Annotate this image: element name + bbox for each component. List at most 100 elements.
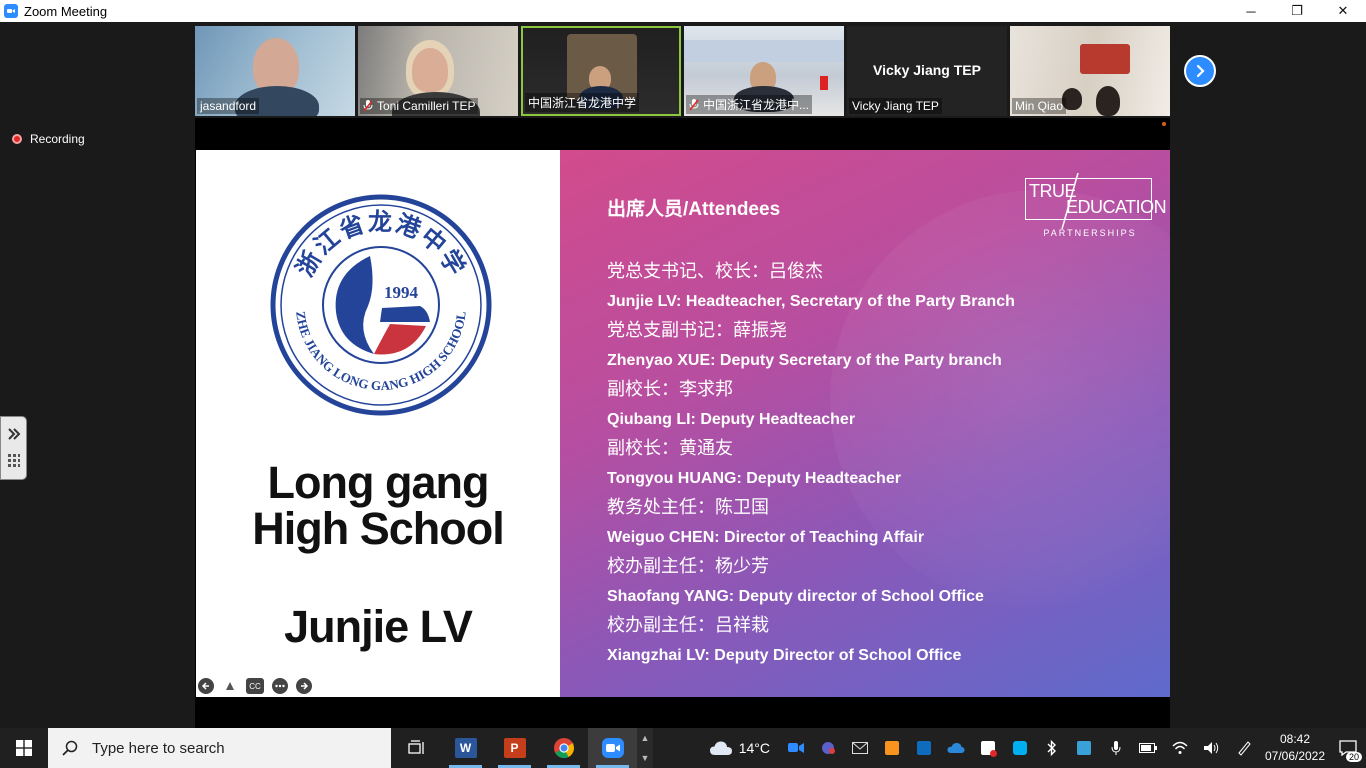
- clock-time: 08:42: [1279, 732, 1311, 746]
- brand-sub: PARTNERSHIPS: [1043, 228, 1137, 238]
- attendee-line: 教务处主任：陈卫国: [607, 497, 769, 517]
- task-view-button[interactable]: [392, 728, 441, 768]
- word-icon: W: [454, 738, 477, 758]
- participant-name: 中国浙江省龙港中...: [686, 95, 813, 114]
- attendee-line: 党总支副书记：薛振尧: [607, 320, 787, 340]
- school-logo: 1994 浙江省龙港中学 ZHE JIANG LONG GANG HIGH SC…: [270, 194, 492, 416]
- title-bar: Zoom Meeting ─ ❐ ✕: [0, 0, 1366, 22]
- cloud-icon: [709, 741, 732, 755]
- next-slide-icon[interactable]: [296, 678, 312, 694]
- mail-icon[interactable]: [844, 728, 876, 768]
- taskbar-clock[interactable]: 08:42 07/06/2022: [1260, 731, 1330, 765]
- microphone-icon[interactable]: [1100, 728, 1132, 768]
- onedrive-icon[interactable]: [940, 728, 972, 768]
- zoom-taskbar-app[interactable]: [588, 728, 637, 768]
- attendee-line: Zhenyao XUE: Deputy Secretary of the Par…: [607, 351, 1002, 369]
- participant-tile[interactable]: Toni Camilleri TEP: [358, 26, 518, 116]
- participant-name: 中国浙江省龙港中学: [525, 93, 640, 112]
- chevron-right-icon: [1196, 64, 1205, 78]
- person-name: Junjie LV: [284, 601, 473, 652]
- double-chevron-icon: [7, 427, 20, 440]
- attendee-line: Qiubang LI: Deputy Headteacher: [607, 410, 856, 428]
- search-icon: [62, 740, 78, 756]
- slide-right-panel: 出席人员/Attendees 党总支书记、校长：吕俊杰 Junjie LV: H…: [560, 150, 1170, 697]
- taskbar-search[interactable]: Type here to search: [48, 728, 391, 768]
- participant-name: Min Qiao: [1012, 98, 1067, 114]
- chevron-up-icon[interactable]: ▲: [641, 733, 650, 743]
- next-participants-button[interactable]: [1184, 55, 1216, 87]
- participant-tile[interactable]: 中国浙江省龙港中...: [684, 26, 844, 116]
- brand-logo: TRUE EDUCATION PARTNERSHIPS: [1025, 173, 1167, 238]
- share-indicator-dot: [1162, 122, 1166, 126]
- people-icon[interactable]: [1068, 728, 1100, 768]
- attendee-line: 党总支书记、校长：吕俊杰: [607, 261, 823, 281]
- security-icon[interactable]: [972, 728, 1004, 768]
- chrome-taskbar-app[interactable]: [539, 728, 588, 768]
- task-view-icon: [407, 740, 424, 754]
- outlook-icon[interactable]: [908, 728, 940, 768]
- attendee-line: Junjie LV: Headteacher, Secretary of the…: [607, 292, 1015, 310]
- participant-tile[interactable]: Min Qiao: [1010, 26, 1170, 116]
- teams-icon[interactable]: [812, 728, 844, 768]
- powerpoint-taskbar-app[interactable]: P: [490, 728, 539, 768]
- orange-app-icon[interactable]: [876, 728, 908, 768]
- notification-center-button[interactable]: 20: [1330, 728, 1366, 768]
- bluetooth-icon[interactable]: [1036, 728, 1068, 768]
- attendees-list: 党总支书记、校长：吕俊杰 Junjie LV: Headteacher, Sec…: [607, 257, 1015, 670]
- pen-workspace-icon[interactable]: [1228, 728, 1260, 768]
- attendee-line: 副校长：李求邦: [607, 379, 733, 399]
- participant-name: Vicky Jiang TEP: [849, 98, 942, 114]
- close-button[interactable]: ✕: [1320, 0, 1366, 22]
- slide-controls: CC: [198, 678, 312, 694]
- start-button[interactable]: [0, 728, 48, 768]
- volume-icon[interactable]: [1196, 728, 1228, 768]
- minimize-button[interactable]: ─: [1228, 0, 1274, 22]
- school-name: Long gang High School: [252, 457, 505, 554]
- windows-logo-icon: [16, 740, 32, 756]
- attendee-line: 校办副主任：杨少芳: [607, 556, 769, 576]
- captions-icon[interactable]: CC: [246, 678, 264, 694]
- battery-icon[interactable]: [1132, 728, 1164, 768]
- meeting-area: jasandford Toni Camilleri TEP 中国浙江省龙港中学: [0, 22, 1366, 728]
- chrome-icon: [553, 738, 574, 759]
- weather-widget[interactable]: 14°C: [709, 740, 770, 756]
- more-options-icon[interactable]: [272, 678, 288, 694]
- pen-icon[interactable]: [222, 678, 238, 694]
- system-tray: 14°C 08:42 07/06/2022 20: [709, 728, 1366, 768]
- shared-slide: 1994 浙江省龙港中学 ZHE JIANG LONG GANG HIGH SC…: [196, 150, 1170, 697]
- side-panel-handle[interactable]: [0, 416, 27, 480]
- clock-date: 07/06/2022: [1264, 749, 1326, 763]
- slide-left-panel: 1994 浙江省龙港中学 ZHE JIANG LONG GANG HIGH SC…: [196, 150, 560, 697]
- window-title: Zoom Meeting: [24, 3, 108, 19]
- attendee-line: 副校长：黄通友: [607, 438, 733, 458]
- record-icon: [12, 134, 22, 144]
- participant-tile[interactable]: Vicky Jiang TEP Vicky Jiang TEP: [847, 26, 1007, 116]
- attendee-line: Weiguo CHEN: Director of Teaching Affair: [607, 528, 925, 546]
- logo-year: 1994: [384, 283, 419, 302]
- previous-slide-icon[interactable]: [198, 678, 214, 694]
- powerpoint-icon: P: [503, 738, 526, 758]
- zoom-icon: [601, 738, 624, 758]
- notification-count: 20: [1345, 752, 1362, 762]
- wifi-icon[interactable]: [1164, 728, 1196, 768]
- zoom-tray-icon[interactable]: [780, 728, 812, 768]
- recording-indicator[interactable]: Recording: [12, 132, 85, 146]
- search-placeholder: Type here to search: [92, 739, 225, 757]
- word-taskbar-app[interactable]: W: [441, 728, 490, 768]
- attendee-line: Tongyou HUANG: Deputy Headteacher: [607, 469, 901, 487]
- zoom-app-icon: [4, 4, 18, 18]
- keypad-icon: [7, 453, 20, 467]
- weather-temp: 14°C: [738, 740, 770, 756]
- taskbar-scroll[interactable]: ▲ ▼: [637, 728, 653, 768]
- skype-icon[interactable]: [1004, 728, 1036, 768]
- restore-button[interactable]: ❐: [1274, 0, 1320, 22]
- chevron-down-icon[interactable]: ▼: [641, 753, 650, 763]
- attendee-line: Xiangzhai LV: Deputy Director of School …: [607, 646, 962, 664]
- participant-name: jasandford: [197, 98, 260, 114]
- taskbar: Type here to search W P ▲ ▼ 14°C 08:42 0…: [0, 728, 1366, 768]
- participant-tile-active[interactable]: 中国浙江省龙港中学: [521, 26, 681, 116]
- muted-mic-icon: [689, 98, 699, 110]
- participant-tile[interactable]: jasandford: [195, 26, 355, 116]
- attendee-line: Shaofang YANG: Deputy director of School…: [607, 587, 984, 605]
- participant-strip: jasandford Toni Camilleri TEP 中国浙江省龙港中学: [195, 26, 1170, 116]
